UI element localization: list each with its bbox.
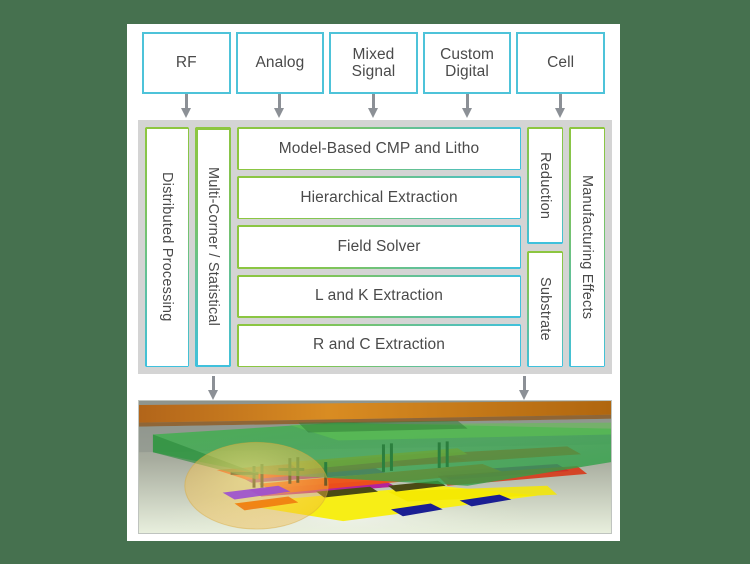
down-arrow-icon xyxy=(367,94,379,118)
application-boxes-row: RF Analog Mixed Signal Custom Digital Ce… xyxy=(142,32,605,94)
down-arrow-icon xyxy=(274,94,285,118)
app-box-rf[interactable]: RF xyxy=(142,32,231,94)
column-label: Manufacturing Effects xyxy=(579,174,595,320)
engine-box-model-based-cmp-and-litho[interactable]: Model-Based CMP and Litho xyxy=(237,127,521,171)
diagram-canvas: RF Analog Mixed Signal Custom Digital Ce… xyxy=(0,0,750,564)
column-label: Reduction xyxy=(537,151,553,219)
extraction-3d-render xyxy=(138,400,612,534)
column-distributed-processing[interactable]: Distributed Processing xyxy=(145,127,189,367)
down-arrow-icon xyxy=(519,376,530,400)
arrow-cell-cell xyxy=(516,94,605,120)
column-label: Multi-Corner / Statistical xyxy=(205,167,221,327)
app-box-mixed-signal[interactable]: Mixed Signal xyxy=(329,32,418,94)
down-arrow-icon xyxy=(208,376,219,400)
engine-box-field-solver[interactable]: Field Solver xyxy=(237,225,521,269)
diagram-card: RF Analog Mixed Signal Custom Digital Ce… xyxy=(127,24,620,541)
render-artwork xyxy=(139,401,611,533)
arrow-cell-custom-digital xyxy=(423,94,512,120)
column-manufacturing-effects[interactable]: Manufacturing Effects xyxy=(569,127,605,367)
down-arrow-icon xyxy=(555,94,566,118)
column-multi-corner-statistical[interactable]: Multi-Corner / Statistical xyxy=(195,127,231,367)
app-box-custom-digital[interactable]: Custom Digital xyxy=(422,32,512,94)
column-substrate[interactable]: Substrate xyxy=(527,250,563,367)
arrow-cell-mixed-signal xyxy=(329,94,418,120)
down-arrow-icon xyxy=(180,94,192,118)
down-arrow-icon xyxy=(461,94,473,118)
top-arrow-row xyxy=(142,94,605,120)
center-engine-column: Model-Based CMP and Litho Hierarchical E… xyxy=(237,127,521,368)
column-label: Substrate xyxy=(537,276,553,341)
app-box-analog[interactable]: Analog xyxy=(235,32,325,94)
arrow-cell-analog xyxy=(236,94,325,120)
column-reduction[interactable]: Reduction xyxy=(527,127,563,244)
engine-box-hierarchical-extraction[interactable]: Hierarchical Extraction xyxy=(237,176,521,220)
right-stack-column: Reduction Substrate xyxy=(527,127,563,367)
column-label: Distributed Processing xyxy=(159,172,175,322)
app-box-cell[interactable]: Cell xyxy=(516,32,605,94)
arrow-cell-rf xyxy=(142,94,231,120)
engine-box-l-and-k-extraction[interactable]: L and K Extraction xyxy=(237,274,521,318)
bottom-arrow-row xyxy=(138,374,612,402)
engine-panel: Distributed Processing Multi-Corner / St… xyxy=(138,120,612,374)
engine-box-r-and-c-extraction[interactable]: R and C Extraction xyxy=(237,323,521,368)
